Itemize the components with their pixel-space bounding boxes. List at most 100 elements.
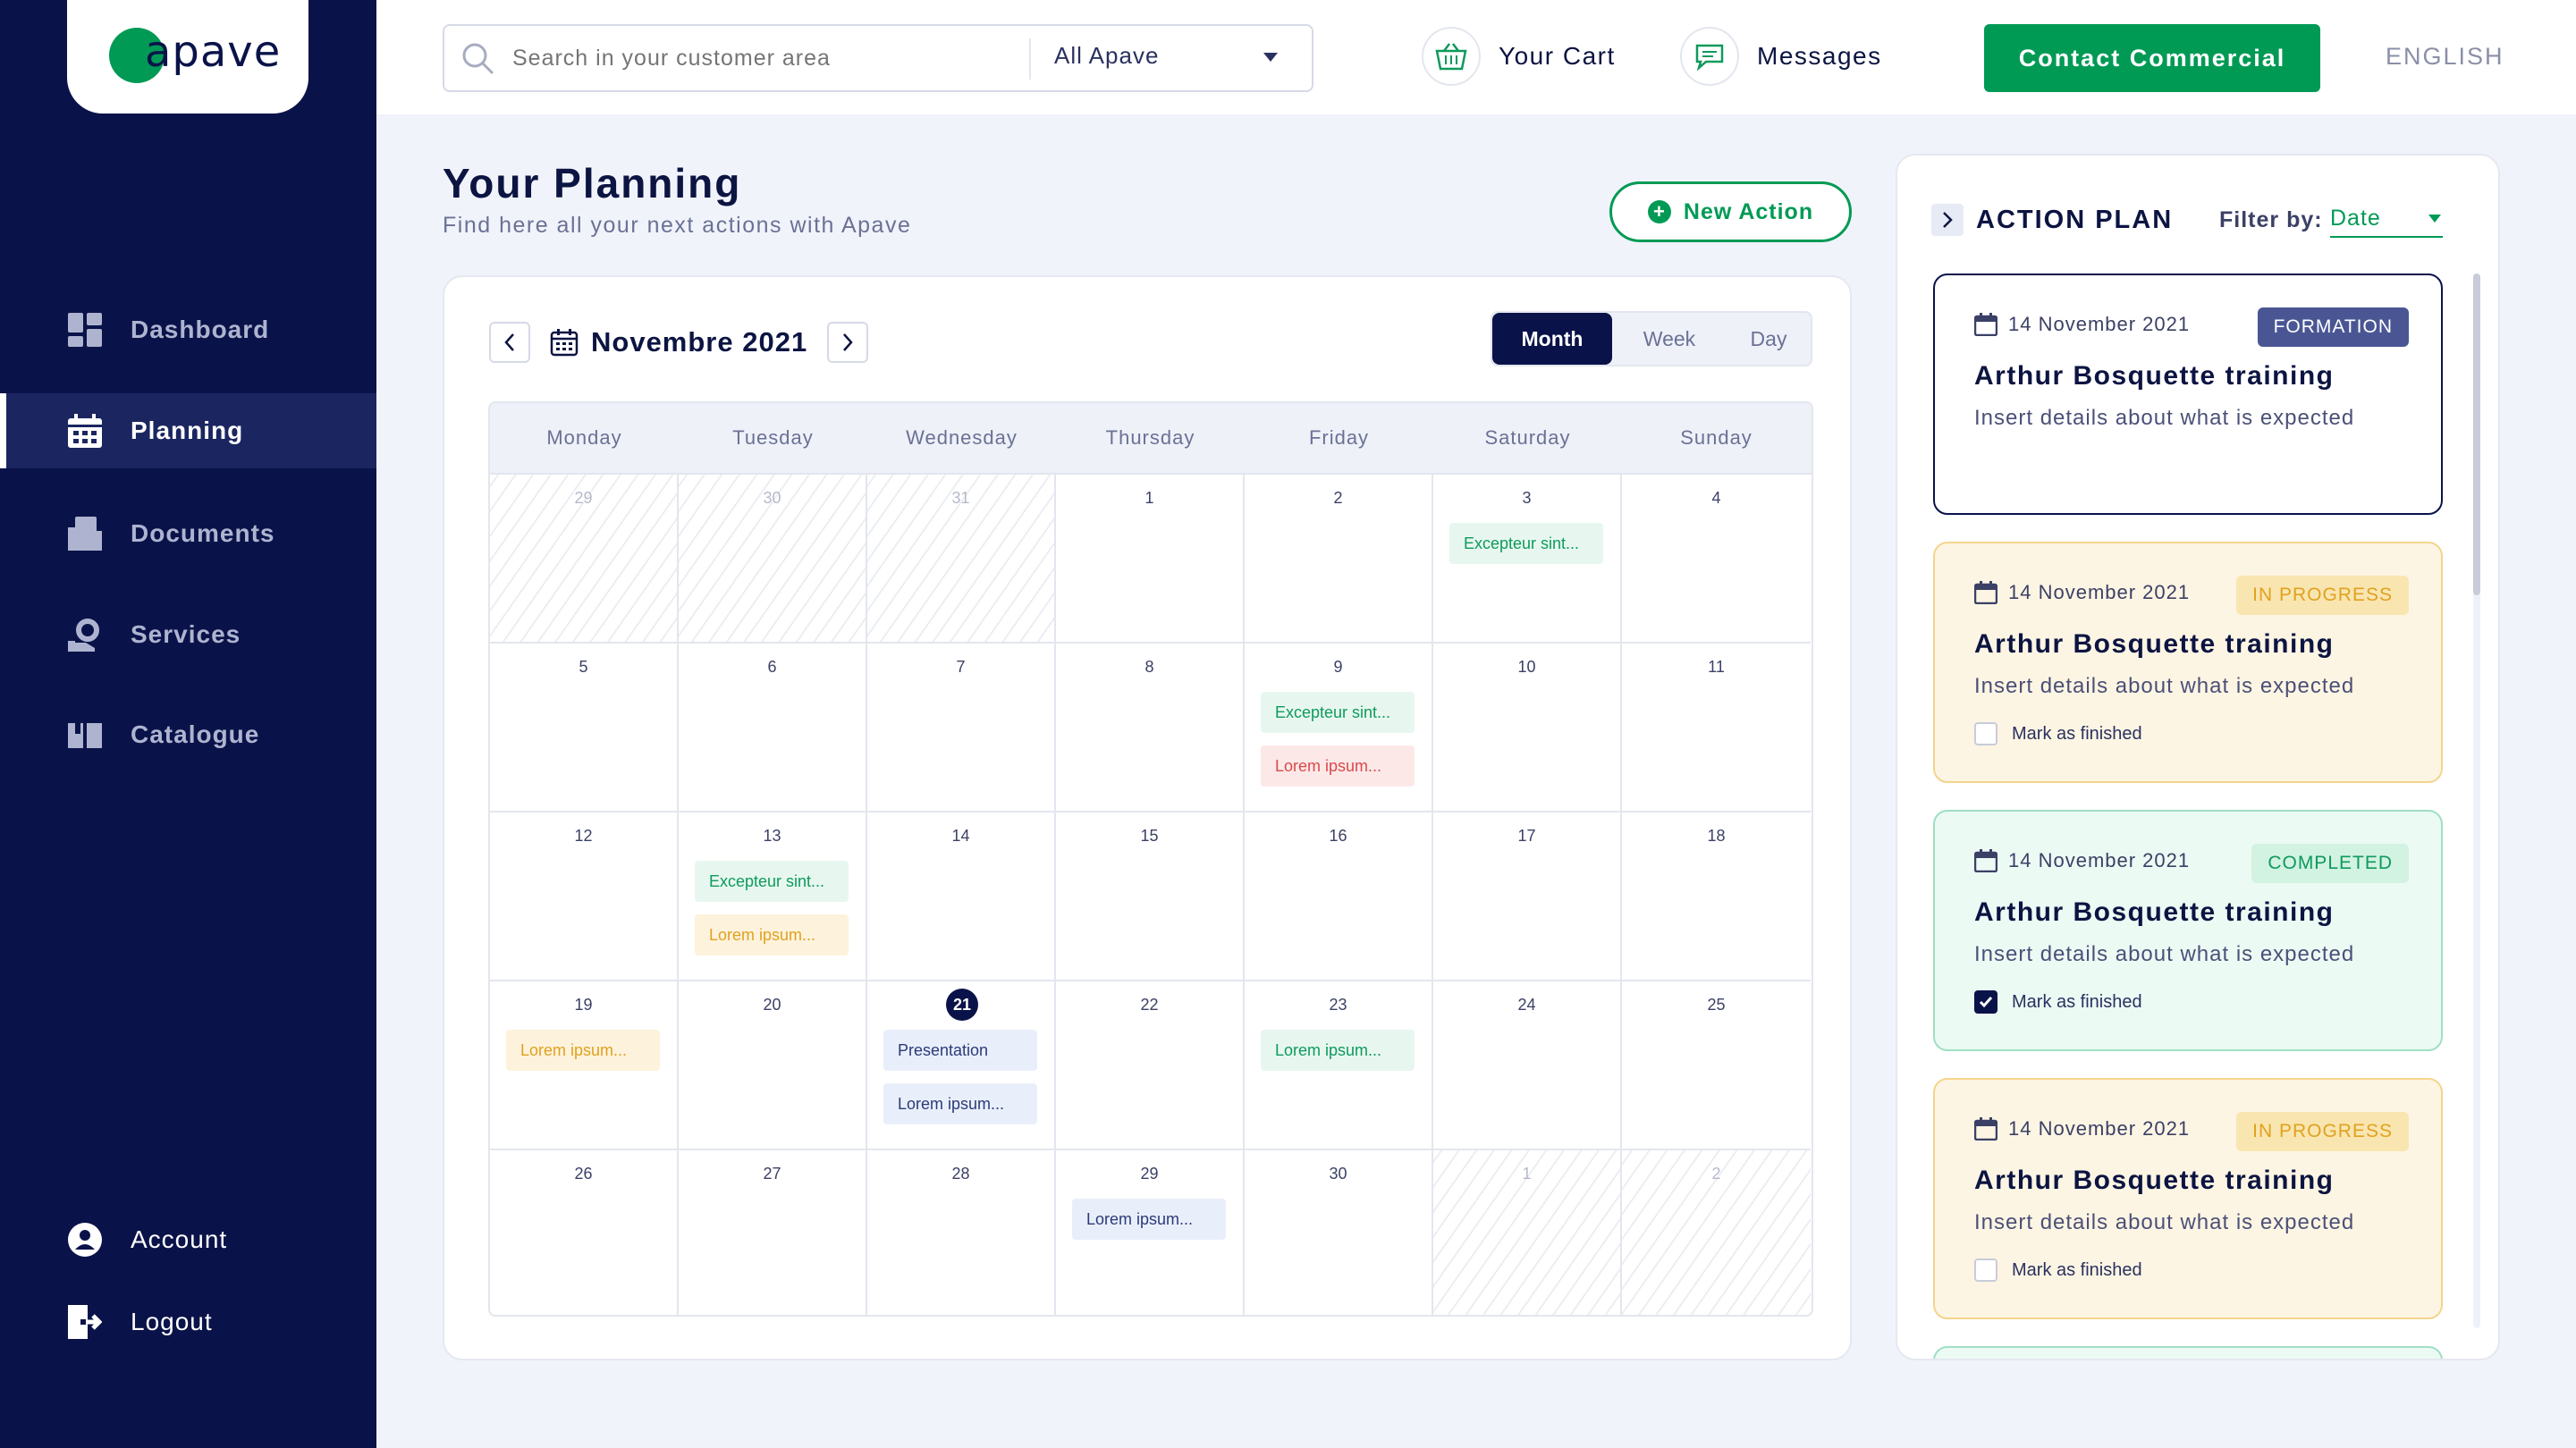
sidebar-item-label: Account — [131, 1225, 228, 1253]
calendar-day-cell[interactable]: 29 Lorem ipsum... — [1056, 1150, 1245, 1315]
sidebar-item-documents[interactable]: Documents — [0, 496, 376, 571]
calendar-day-cell[interactable]: 31 — [867, 475, 1056, 644]
mark-finished-checkbox[interactable]: Mark as finished — [1974, 1259, 2142, 1282]
calendar-event[interactable]: Excepteur sint... — [1261, 692, 1415, 733]
calendar-day-cell[interactable]: 11 — [1622, 644, 1811, 812]
calendar-day-cell[interactable]: 13 Excepteur sint... Lorem ipsum... — [679, 812, 867, 981]
prev-month-button[interactable] — [489, 322, 530, 363]
action-card[interactable]: 14 November 2021 IN PROGRESS Arthur Bosque… — [1933, 542, 2443, 783]
view-day-button[interactable]: Day — [1727, 313, 1811, 365]
calendar-day-cell[interactable]: 22 — [1056, 981, 1245, 1150]
next-month-button[interactable] — [827, 322, 869, 363]
action-date-text: 14 November 2021 — [2008, 581, 2191, 603]
calendar-day-cell[interactable]: 30 — [679, 475, 867, 644]
language-selector[interactable]: ENGLISH — [2386, 43, 2504, 71]
day-number: 10 — [1517, 658, 1536, 676]
calendar-day-cell[interactable]: 9 Excepteur sint... Lorem ipsum... — [1245, 644, 1433, 812]
search-input[interactable] — [512, 38, 1013, 78]
checkbox-checked[interactable] — [1974, 990, 1997, 1014]
today-marker: 21 — [946, 989, 978, 1021]
logout-icon — [68, 1305, 102, 1339]
calendar-event[interactable]: Lorem ipsum... — [1072, 1199, 1226, 1240]
sidebar-item-dashboard[interactable]: Dashboard — [0, 292, 376, 367]
calendar-day-cell[interactable]: 15 — [1056, 812, 1245, 981]
mark-finished-checkbox[interactable]: Mark as finished — [1974, 722, 2142, 745]
calendar-day-cell[interactable]: 1 — [1433, 1150, 1622, 1315]
calendar-day-cell[interactable]: 12 — [490, 812, 679, 981]
day-number: 9 — [1333, 658, 1343, 676]
calendar-day-cell[interactable]: 23 Lorem ipsum... — [1245, 981, 1433, 1150]
checkbox[interactable] — [1974, 1259, 1997, 1282]
calendar-day-cell[interactable]: 27 — [679, 1150, 867, 1315]
calendar-day-cell[interactable]: 14 — [867, 812, 1056, 981]
calendar-day-cell[interactable]: 19 Lorem ipsum... — [490, 981, 679, 1150]
action-card[interactable]: 14 November 2021 COMPLETED Arthur Bosquett… — [1933, 810, 2443, 1051]
calendar-day-cell[interactable]: 2 — [1245, 475, 1433, 644]
calendar-day-cell[interactable]: 20 — [679, 981, 867, 1150]
contact-commercial-button[interactable]: Contact Commercial — [1984, 24, 2320, 92]
calendar-day-cell[interactable]: 7 — [867, 644, 1056, 812]
calendar-day-cell[interactable]: 26 — [490, 1150, 679, 1315]
calendar-day-cell[interactable]: 25 — [1622, 981, 1811, 1150]
sidebar-item-planning[interactable]: Planning — [0, 393, 376, 468]
calendar-day-cell[interactable]: 3 Excepteur sint... — [1433, 475, 1622, 644]
action-title: Arthur Bosquette training — [1974, 361, 2335, 391]
sidebar-item-label: Dashboard — [131, 316, 270, 343]
calendar-day-cell[interactable]: 16 — [1245, 812, 1433, 981]
messages-link[interactable]: Messages — [1680, 27, 1882, 86]
calendar-event[interactable]: Lorem ipsum... — [506, 1030, 660, 1071]
action-card[interactable] — [1933, 1346, 2443, 1359]
chevron-right-icon[interactable] — [1931, 204, 1964, 236]
action-card[interactable]: 14 November 2021 IN PROGRESS Arthur Bosque… — [1933, 1078, 2443, 1319]
calendar-day-cell[interactable]: 28 — [867, 1150, 1056, 1315]
weekday-label: Monday — [546, 426, 622, 449]
view-week-button[interactable]: Week — [1612, 313, 1727, 365]
calendar-day-cell[interactable]: 6 — [679, 644, 867, 812]
calendar-day-cell[interactable]: 24 — [1433, 981, 1622, 1150]
top-bar: All Apave Your Cart Messages Contact Com… — [376, 0, 2576, 114]
calendar-day-cell[interactable]: 21 Presentation Lorem ipsum... — [867, 981, 1056, 1150]
calendar-event[interactable]: Lorem ipsum... — [1261, 1030, 1415, 1071]
logo[interactable]: apave — [67, 0, 308, 114]
scope-select[interactable]: All Apave — [1054, 42, 1159, 70]
scrollbar-thumb[interactable] — [2473, 274, 2480, 595]
calendar-event[interactable]: Lorem ipsum... — [695, 914, 849, 956]
calendar-day-cell[interactable]: 17 — [1433, 812, 1622, 981]
calendar-day-cell[interactable]: 1 — [1056, 475, 1245, 644]
calendar-event[interactable]: Lorem ipsum... — [1261, 745, 1415, 787]
mark-finished-checkbox[interactable]: Mark as finished — [1974, 990, 2142, 1014]
day-number: 2 — [1333, 489, 1343, 507]
action-card[interactable]: 14 November 2021 FORMATION Arthur Bosquett… — [1933, 274, 2443, 515]
search-bar: All Apave — [443, 24, 1313, 92]
calendar-day-cell[interactable]: 8 — [1056, 644, 1245, 812]
calendar-event[interactable]: Presentation — [883, 1030, 1037, 1071]
calendar-day-cell[interactable]: 4 — [1622, 475, 1811, 644]
calendar-card: Novembre 2021 Month Week Day Monday Tuesd… — [443, 275, 1852, 1360]
action-date: 14 November 2021 — [1974, 849, 2190, 872]
calendar-event[interactable]: Lorem ipsum... — [883, 1083, 1037, 1124]
calendar-event[interactable]: Excepteur sint... — [1449, 523, 1603, 564]
calendar-day-cell[interactable]: 29 — [490, 475, 679, 644]
view-month-button[interactable]: Month — [1492, 313, 1612, 365]
chevron-down-icon[interactable] — [1263, 53, 1278, 62]
filter-select[interactable]: Date — [2330, 206, 2443, 238]
action-date-text: 14 November 2021 — [2008, 1117, 2191, 1140]
sidebar-item-logout[interactable]: Logout — [0, 1284, 376, 1360]
day-number: 6 — [767, 658, 777, 676]
calendar-day-cell[interactable]: 30 — [1245, 1150, 1433, 1315]
sidebar-item-label: Services — [131, 620, 241, 648]
calendar-event[interactable]: Excepteur sint... — [695, 861, 849, 902]
day-number: 1 — [1144, 489, 1154, 507]
cart-link[interactable]: Your Cart — [1422, 27, 1616, 86]
new-action-button[interactable]: + New Action — [1609, 181, 1852, 242]
calendar-day-cell[interactable]: 18 — [1622, 812, 1811, 981]
sidebar-item-services[interactable]: Services — [0, 597, 376, 672]
scrollbar[interactable] — [2473, 274, 2480, 1328]
calendar-day-cell[interactable]: 2 — [1622, 1150, 1811, 1315]
checkbox[interactable] — [1974, 722, 1997, 745]
sidebar-item-catalogue[interactable]: Catalogue — [0, 697, 376, 772]
sidebar-item-account[interactable]: Account — [0, 1202, 376, 1277]
calendar-day-cell[interactable]: 10 — [1433, 644, 1622, 812]
calendar-day-cell[interactable]: 5 — [490, 644, 679, 812]
day-number: 28 — [951, 1165, 970, 1183]
